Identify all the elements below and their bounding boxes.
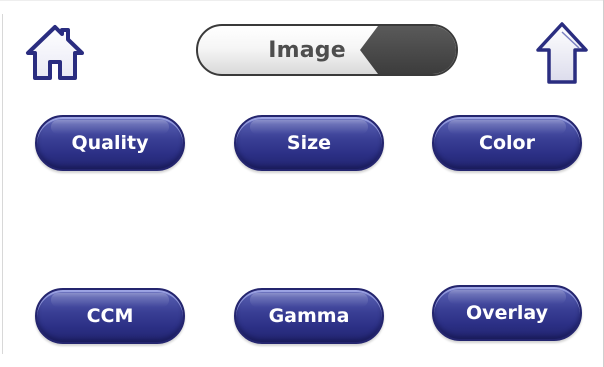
color-button-label: Color [479, 132, 535, 154]
ccm-button[interactable]: CCM [35, 288, 185, 344]
size-button[interactable]: Size [234, 115, 384, 171]
home-button[interactable] [22, 22, 88, 84]
arrow-up-icon [536, 22, 588, 84]
gamma-button[interactable]: Gamma [234, 288, 384, 344]
gamma-button-label: Gamma [268, 305, 350, 327]
home-icon [26, 25, 84, 80]
back-tab-icon [360, 26, 456, 74]
overlay-button[interactable]: Overlay [432, 285, 582, 341]
screen-edge-left [2, 14, 3, 354]
color-button[interactable]: Color [432, 115, 582, 171]
screen-edge-top [0, 0, 604, 1]
size-button-label: Size [286, 132, 332, 154]
quality-button[interactable]: Quality [35, 115, 185, 171]
ccm-button-label: CCM [86, 305, 134, 327]
screen: Image Quality Size Color CCM Gamma Overl… [0, 0, 604, 367]
up-button[interactable] [534, 20, 590, 86]
overlay-button-label: Overlay [466, 302, 548, 324]
quality-button-label: Quality [71, 132, 149, 154]
back-tab[interactable] [360, 26, 456, 74]
title-pill[interactable]: Image [196, 24, 458, 76]
